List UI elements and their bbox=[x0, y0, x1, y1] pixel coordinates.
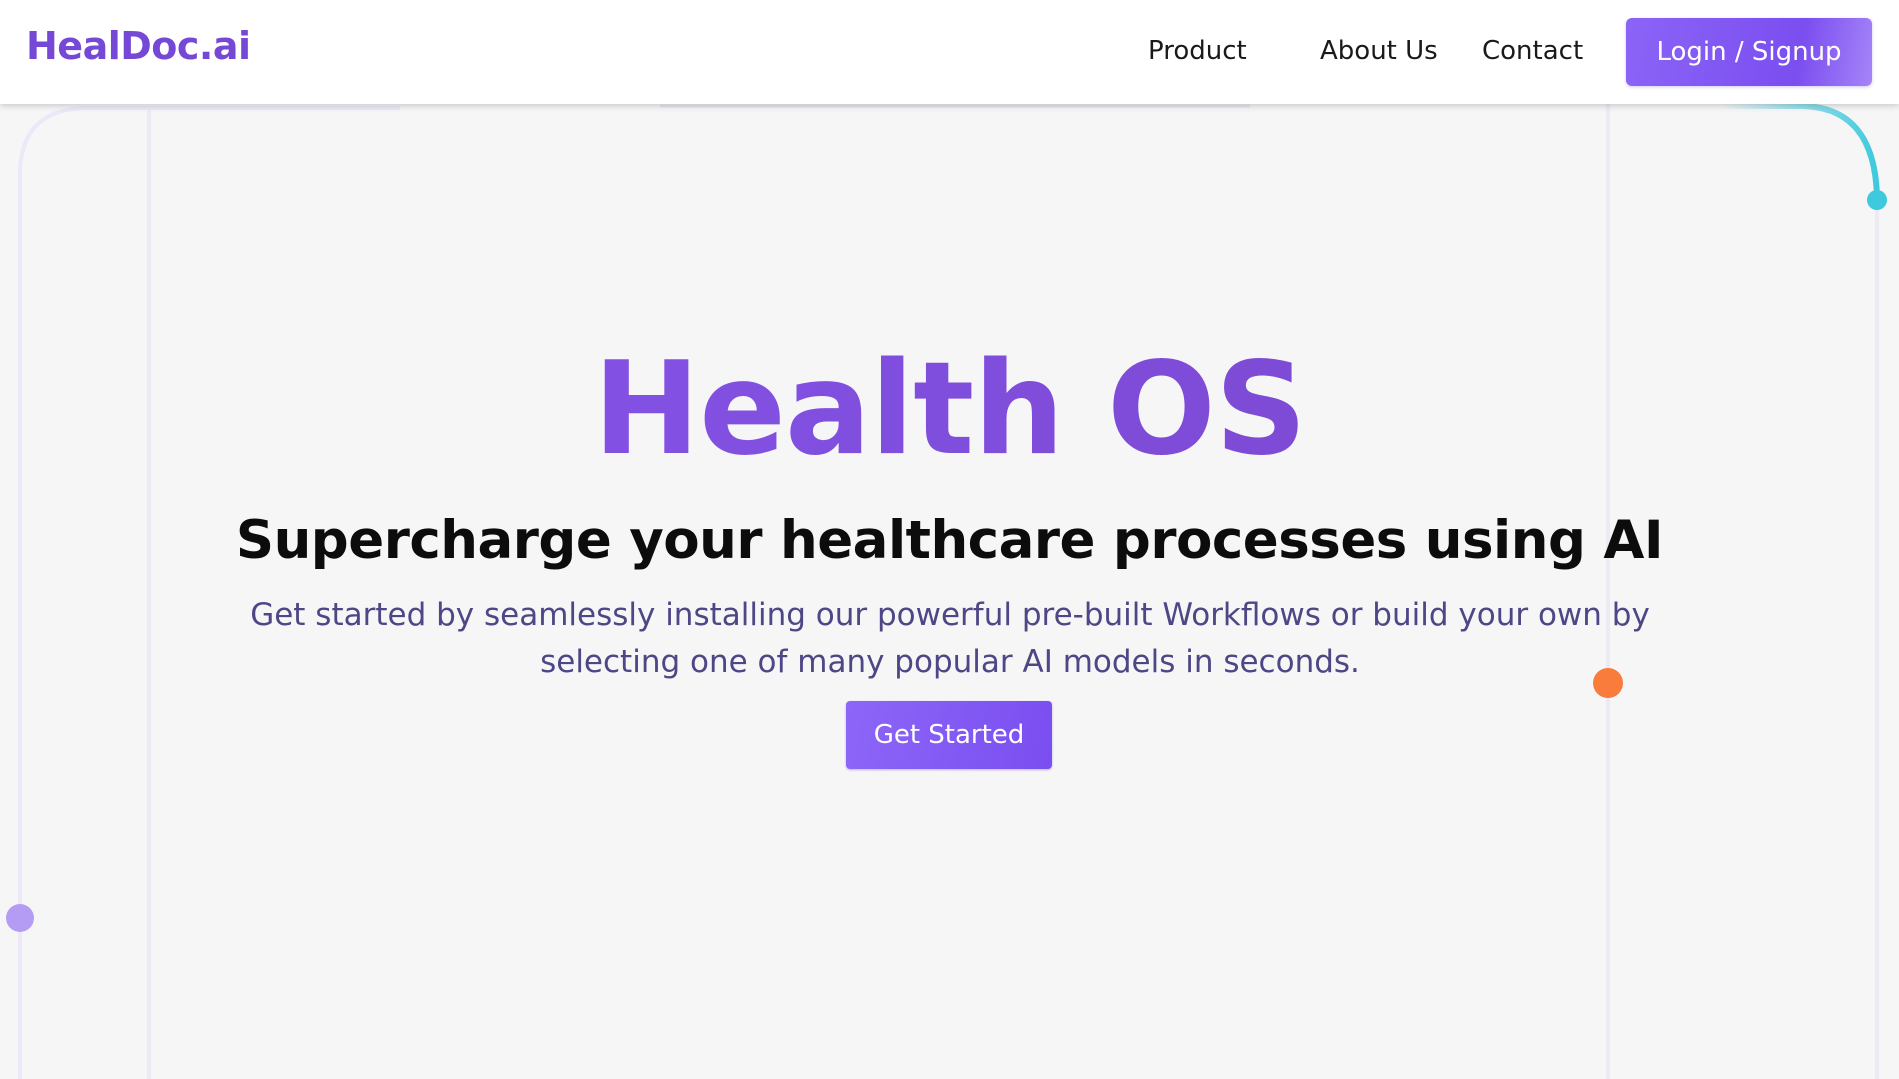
hero-description: Get started by seamlessly installing our… bbox=[250, 597, 1650, 680]
top-navbar: HealDoc.ai Product About Us Contact Logi… bbox=[0, 0, 1899, 104]
login-signup-button[interactable]: Login / Signup bbox=[1626, 18, 1872, 86]
cyan-tracer-dot bbox=[1867, 190, 1887, 210]
brand-logo[interactable]: HealDoc.ai bbox=[26, 24, 251, 68]
nav-link-about-us[interactable]: About Us bbox=[1320, 36, 1438, 66]
get-started-button[interactable]: Get Started bbox=[846, 701, 1052, 769]
purple-tracer-dot bbox=[6, 904, 34, 932]
nav-link-product[interactable]: Product bbox=[1148, 36, 1247, 66]
nav-link-contact[interactable]: Contact bbox=[1482, 36, 1583, 66]
hero-title: Health OS bbox=[0, 335, 1899, 485]
hero-subtitle: Supercharge your healthcare processes us… bbox=[235, 510, 1664, 571]
